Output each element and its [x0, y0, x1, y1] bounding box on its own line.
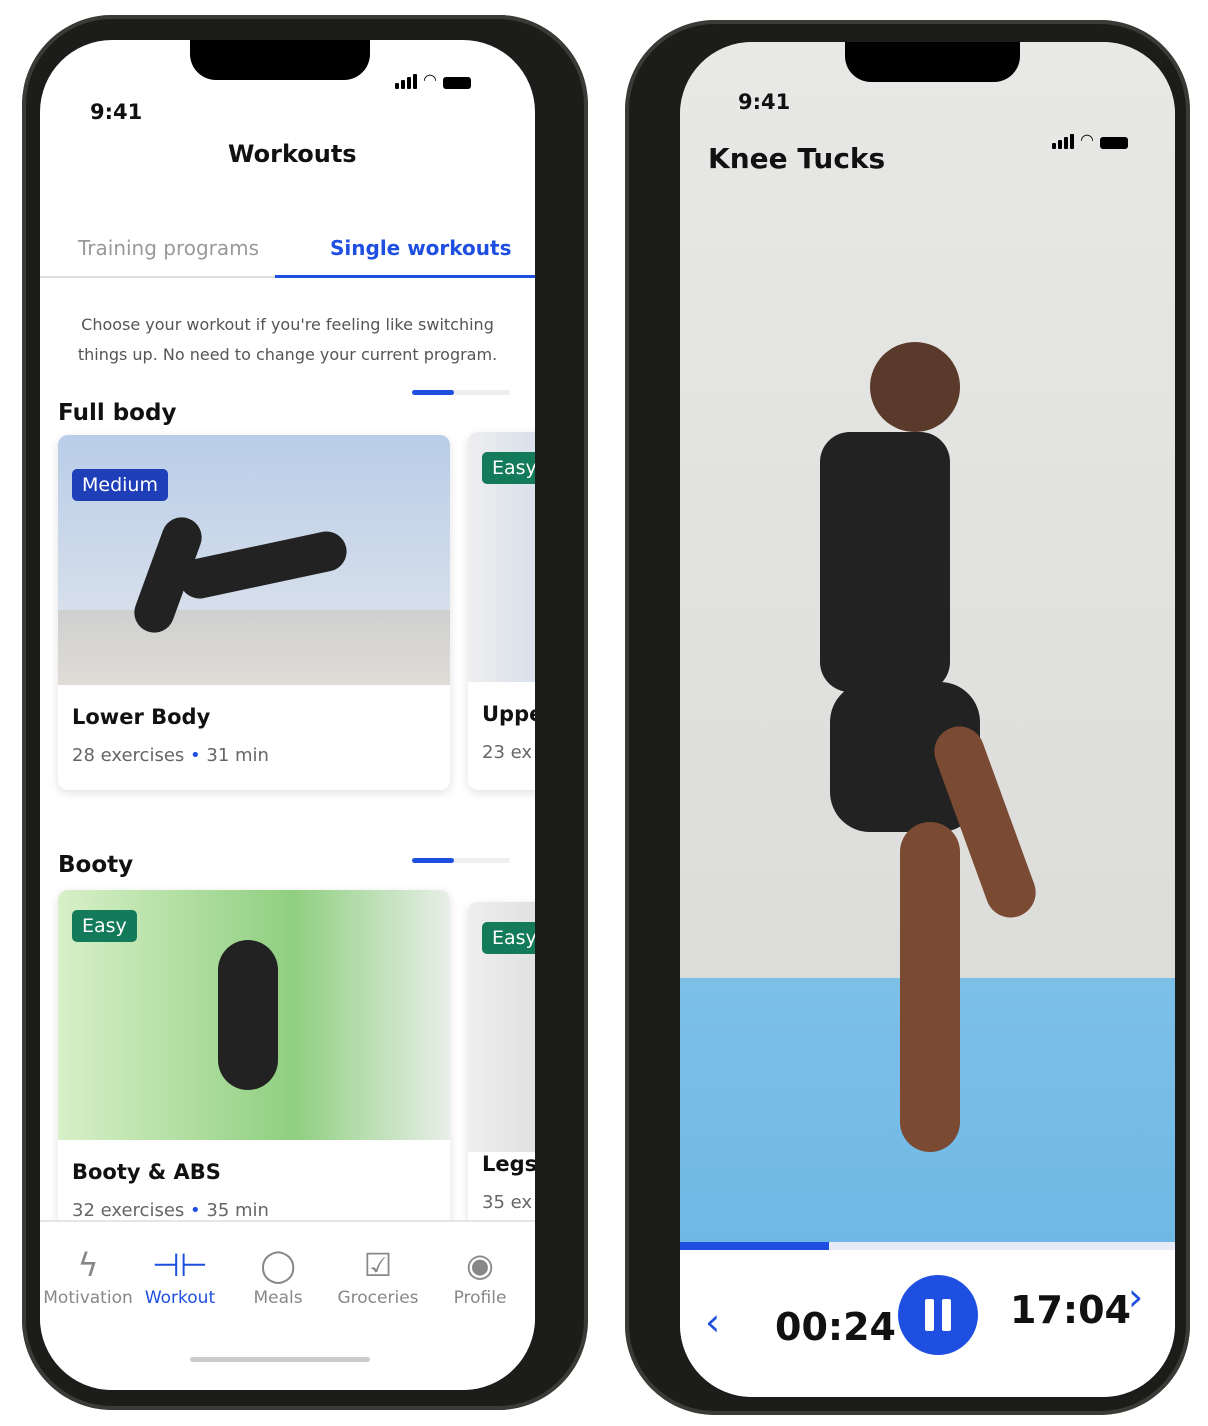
battery-icon — [1099, 137, 1128, 149]
left-phone-frame: 9:41 ◠ Workouts Training programs Single… — [22, 15, 588, 1410]
exercise-player-screen: 9:41 ◠ Knee Tucks ‹ 00:24 17:04 › — [680, 42, 1175, 1397]
workout-card[interactable]: Medium Lower Body 28 exercises • 31 min — [58, 435, 450, 790]
signal-icon — [1052, 134, 1074, 149]
apple-icon: ◯ — [260, 1246, 296, 1284]
remaining-time: 17:04 — [1010, 1288, 1131, 1332]
difficulty-badge: Easy — [72, 910, 137, 942]
checklist-icon: ☑ — [363, 1246, 393, 1284]
previous-button[interactable]: ‹ — [705, 1300, 720, 1344]
lightning-icon: ϟ — [77, 1246, 99, 1284]
video-progress-fill — [680, 1242, 829, 1250]
next-button[interactable]: › — [1128, 1275, 1143, 1319]
description: Choose your workout if you're feeling li… — [77, 315, 498, 364]
difficulty-badge: Medium — [72, 469, 168, 501]
tab-bar: Training programs Single workouts — [40, 220, 535, 278]
active-tab-indicator — [275, 275, 535, 278]
home-indicator — [190, 1357, 370, 1362]
status-icons: ◠ — [395, 70, 471, 89]
user-circle-icon: ◉ — [466, 1246, 494, 1284]
workouts-screen: 9:41 ◠ Workouts Training programs Single… — [40, 40, 535, 1390]
workout-card[interactable]: Easy Uppe 23 ex — [468, 432, 535, 790]
signal-icon — [395, 74, 417, 89]
nav-workout[interactable]: ⊣⊢ Workout — [132, 1242, 228, 1308]
difficulty-badge: Easy — [482, 922, 535, 954]
bottom-nav: ϟ Motivation ⊣⊢ Workout ◯ Meals ☑ Groceries … — [40, 1220, 535, 1390]
pause-button[interactable] — [898, 1275, 978, 1355]
video-progress-bar[interactable] — [680, 1242, 1175, 1250]
workout-meta: 32 exercises • 35 min — [72, 1200, 269, 1221]
nav-profile[interactable]: ◉ Profile — [432, 1242, 528, 1308]
player-controls: ‹ 00:24 17:04 › — [680, 1250, 1175, 1397]
nav-groceries[interactable]: ☑ Groceries — [330, 1242, 426, 1308]
elapsed-time: 00:24 — [775, 1305, 896, 1349]
carousel-indicator[interactable] — [412, 390, 510, 395]
carousel-indicator[interactable] — [412, 858, 510, 863]
status-icons: ◠ — [1052, 130, 1128, 149]
wifi-icon: ◠ — [423, 70, 437, 89]
workout-name: Uppe — [482, 702, 535, 726]
pause-icon — [925, 1299, 934, 1331]
wifi-icon: ◠ — [1080, 130, 1094, 149]
section-title-full-body: Full body — [58, 400, 177, 426]
nav-motivation[interactable]: ϟ Motivation — [40, 1242, 136, 1308]
tab-training-programs[interactable]: Training programs — [78, 236, 259, 260]
workout-meta: 35 ex — [482, 1192, 533, 1213]
workout-name: Lower Body — [72, 705, 211, 729]
workout-name: Booty & ABS — [72, 1160, 221, 1184]
page-title: Workouts — [228, 140, 357, 168]
section-title-booty: Booty — [58, 852, 134, 878]
exercise-video[interactable] — [680, 42, 1175, 1242]
status-time: 9:41 — [90, 100, 143, 124]
notch — [845, 42, 1020, 82]
status-time: 9:41 — [738, 90, 791, 114]
exercise-title: Knee Tucks — [708, 142, 886, 175]
nav-meals[interactable]: ◯ Meals — [230, 1242, 326, 1308]
workout-card[interactable]: Easy Booty & ABS 32 exercises • 35 min — [58, 890, 450, 1230]
workout-meta: 28 exercises • 31 min — [72, 745, 269, 766]
workout-meta: 23 ex — [482, 742, 533, 763]
right-phone-frame: 9:41 ◠ Knee Tucks ‹ 00:24 17:04 › — [625, 20, 1190, 1415]
dumbbell-icon: ⊣⊢ — [152, 1246, 208, 1284]
tab-single-workouts[interactable]: Single workouts — [330, 236, 511, 260]
workout-card[interactable]: Easy Legs 35 ex — [468, 902, 535, 1242]
workout-name: Legs — [482, 1152, 535, 1176]
battery-icon — [442, 77, 471, 89]
difficulty-badge: Easy — [482, 452, 535, 484]
notch — [190, 40, 370, 80]
